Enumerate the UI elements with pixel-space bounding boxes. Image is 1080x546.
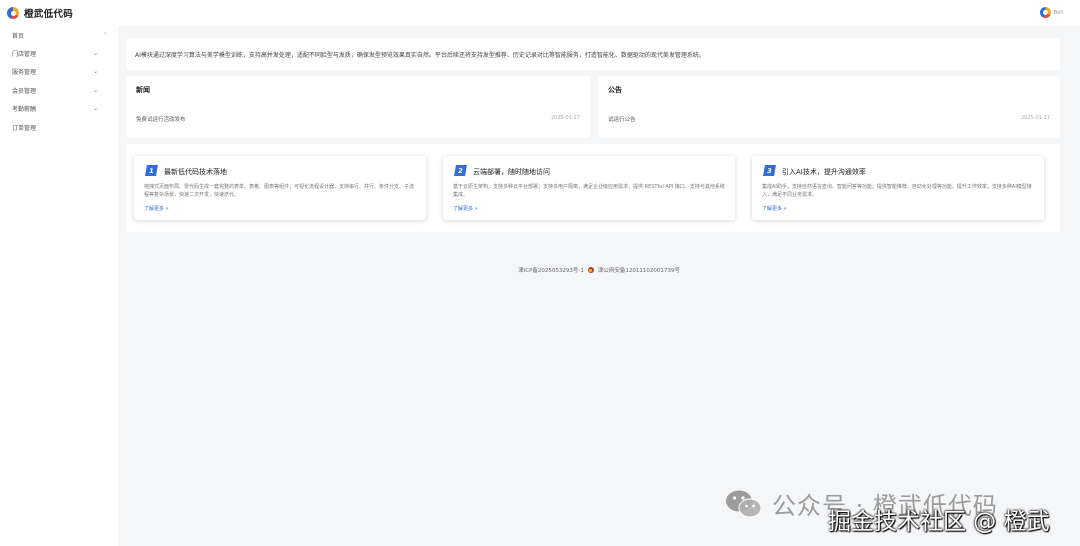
top-header: 橙武低代码 Bell [0,0,1080,26]
collapse-sidebar-icon[interactable]: ‹ [104,30,106,37]
chevron-down-icon: ⌄ [92,104,98,112]
news-title: 新闻 [136,86,150,94]
feature-card: 2 云端部署，随时随地访问 基于云原生架构，支持多种云平台部署；支持多用户隔离，… [443,156,735,220]
feature-card: 3 引入AI技术，提升沟通效率 集成AI助手，支持自然语言查询、智能问答等功能；… [752,156,1044,220]
feature-description: 集成AI助手，支持自然语言查询、智能问答等功能；提供智能推荐、自动化处理等功能，… [762,184,1032,198]
user-menu[interactable]: Bell [1039,7,1063,18]
watermark-text: 掘金技术社区 @ 橙武 [828,509,1050,535]
sidebar-item-member[interactable]: 会员管理 ⌄ [12,83,98,97]
notice-title: 公告 [608,86,622,94]
police-badge-icon [587,267,594,273]
footer: 津ICP备2025053293号-1 津公网安备12011102001739号 [118,266,1080,274]
notice-panel: 公告 试运行公告 2025-01-27 [598,76,1060,138]
notice-item-date: 2025-01-27 [1020,115,1050,121]
feature-number-badge: 3 [763,165,776,176]
sidebar-item-label: 首页 [12,32,25,40]
news-item-date: 2025-01-27 [550,115,580,121]
feature-number-badge: 2 [454,165,467,176]
sidebar-item-home[interactable]: 首页 [12,28,98,42]
sidebar-item-label: 会员管理 [12,87,37,95]
notice-item-title[interactable]: 试运行公告 [608,115,636,123]
main-content: AI模块通过深度学习算法与美学模型训练，支持高并发处理，适配不同脸型与发质，确保… [118,26,1080,546]
watermark: 公众号 · 橙武低代码 掘金技术社区 @ 橙武 [724,484,1074,544]
feature-title: 引入AI技术，提升沟通效率 [782,168,866,176]
avatar [1039,7,1051,18]
sidebar-item-service[interactable]: 服务管理 ⌄ [12,64,98,78]
feature-description: 拖拽式页面布局、零代码生成一套完整的表单、表格、图表等组件；可视化流程设计器，支… [144,184,415,198]
intro-panel: AI模块通过深度学习算法与美学模型训练，支持高并发处理，适配不同脸型与发质，确保… [126,38,1060,70]
learn-more-link[interactable]: 了解更多 » [762,205,787,212]
news-item-title[interactable]: 免费试运行活动发布 [136,115,186,123]
icp-link[interactable]: 津ICP备2025053293号-1 [518,266,584,274]
wechat-icon [726,490,762,518]
sidebar-item-orders[interactable]: 订单管理 [12,120,98,134]
feature-description: 基于云原生架构，支持多种云平台部署；支持多用户隔离，满足企业级应用需求；提供 R… [453,184,725,198]
news-panel: 新闻 免费试运行活动发布 2025-01-27 [126,76,590,138]
feature-title: 最新低代码技术落地 [164,168,227,176]
chevron-down-icon: ⌄ [92,86,98,94]
features-panel: 1 最新低代码技术落地 拖拽式页面布局、零代码生成一套完整的表单、表格、图表等组… [126,144,1060,232]
sidebar: ‹ 首页 门店管理 ⌄ 服务管理 ⌄ 会员管理 ⌄ 考勤薪酬 ⌄ 订单管理 [0,26,118,546]
sidebar-item-label: 服务管理 [12,68,37,76]
intro-text: AI模块通过深度学习算法与美学模型训练，支持高并发处理，适配不同脸型与发质，确保… [135,51,705,59]
learn-more-link[interactable]: 了解更多 » [144,205,169,212]
learn-more-link[interactable]: 了解更多 » [453,205,478,212]
sidebar-item-label: 考勤薪酬 [12,105,37,113]
brand-name: 橙武低代码 [24,9,74,20]
sidebar-item-label: 门店管理 [12,50,37,58]
chevron-down-icon: ⌄ [92,49,98,57]
sidebar-item-attendance[interactable]: 考勤薪酬 ⌄ [12,101,98,115]
brand-logo[interactable]: 橙武低代码 [7,6,73,20]
user-name: Bell [1053,9,1063,16]
sidebar-item-label: 订单管理 [12,124,37,132]
feature-card: 1 最新低代码技术落地 拖拽式页面布局、零代码生成一套完整的表单、表格、图表等组… [134,156,426,220]
chevron-down-icon: ⌄ [92,67,98,75]
police-record-link[interactable]: 津公网安备12011102001739号 [598,266,680,274]
logo-icon [7,7,19,19]
feature-number-badge: 1 [145,165,158,176]
feature-title: 云端部署，随时随地访问 [473,168,550,176]
sidebar-item-store[interactable]: 门店管理 ⌄ [12,46,98,60]
